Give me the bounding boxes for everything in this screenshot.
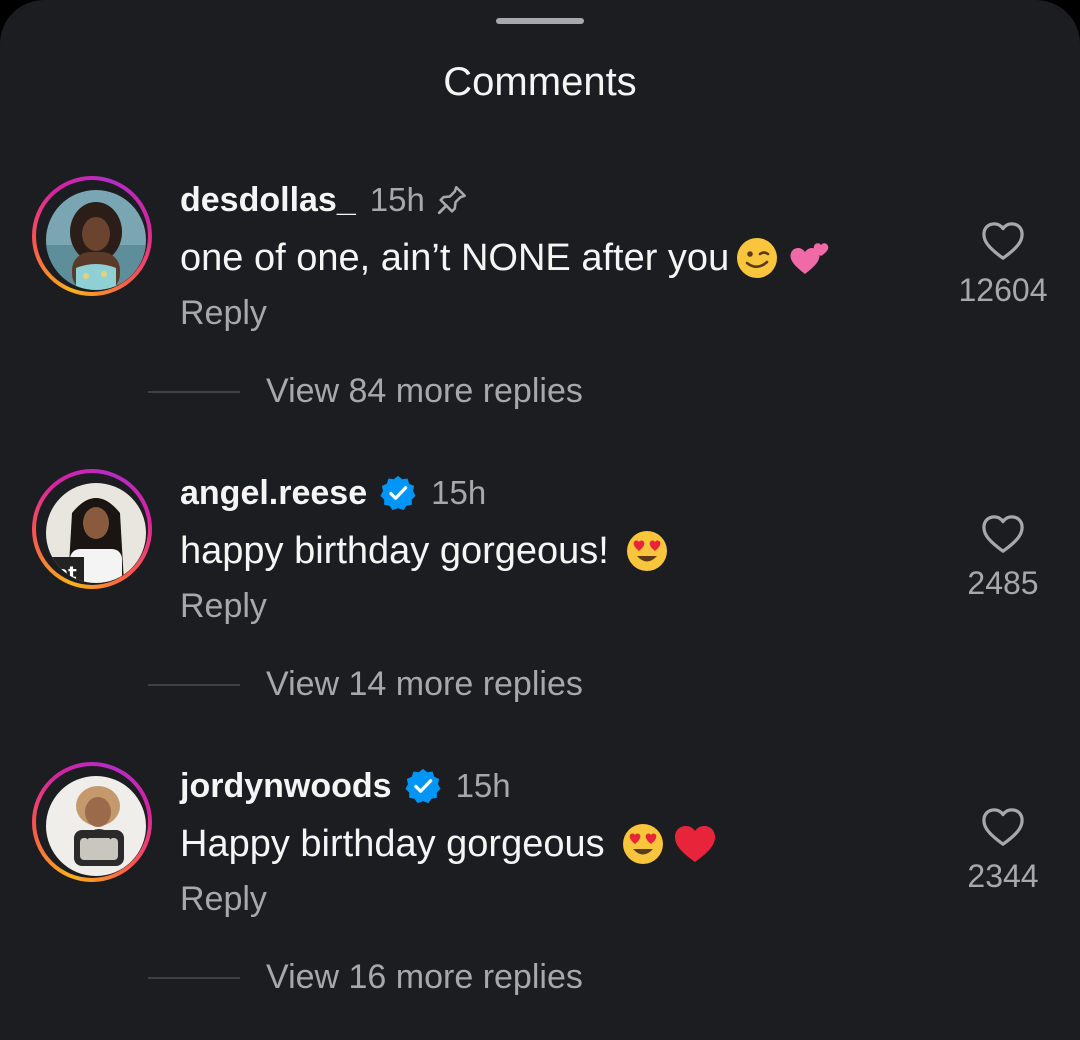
two-hearts-emoji — [785, 234, 833, 282]
svg-text:at: at — [56, 563, 77, 583]
like-button[interactable]: 12604 — [950, 220, 1056, 309]
avatar-story-ring[interactable] — [32, 762, 152, 882]
view-replies-label: View 84 more replies — [266, 372, 583, 410]
comment-item: desdollas_ 15h one of one, ain’t NONE af… — [0, 176, 1080, 436]
like-count: 12604 — [958, 272, 1048, 308]
divider-line — [148, 976, 240, 979]
red-heart-emoji — [671, 820, 719, 868]
heart-icon — [982, 515, 1024, 553]
comment-text: happy birthday gorgeous! — [180, 527, 671, 575]
heart-eyes-emoji — [619, 820, 667, 868]
username[interactable]: desdollas_ — [180, 181, 356, 220]
comments-sheet: Comments desdollas_ 15h one of one, ain’… — [0, 0, 1080, 1040]
view-replies-label: View 14 more replies — [266, 665, 583, 703]
reply-button[interactable]: Reply — [180, 587, 267, 626]
timestamp: 15h — [455, 767, 511, 804]
drag-handle[interactable] — [496, 18, 584, 24]
username[interactable]: angel.reese — [180, 474, 367, 513]
view-more-replies[interactable]: View 84 more replies — [148, 372, 583, 411]
avatar-story-ring[interactable] — [32, 176, 152, 296]
wink-emoji — [733, 234, 781, 282]
heart-eyes-emoji — [623, 527, 671, 575]
timestamp: 15h — [431, 474, 487, 511]
avatar — [46, 776, 146, 876]
comment-item: at angel.reese 15h happy birthday gorgeo… — [0, 469, 1080, 729]
pin-icon — [435, 183, 469, 217]
heart-icon — [982, 808, 1024, 846]
comment-meta: angel.reese 15h — [180, 471, 486, 515]
view-more-replies[interactable]: View 14 more replies — [148, 665, 583, 704]
view-replies-label: View 16 more replies — [266, 958, 583, 996]
avatar: at — [46, 483, 146, 583]
divider-line — [148, 683, 240, 686]
verified-badge-icon — [404, 767, 442, 805]
reply-button[interactable]: Reply — [180, 294, 267, 333]
divider-line — [148, 390, 240, 393]
reply-button[interactable]: Reply — [180, 880, 267, 919]
like-button[interactable]: 2485 — [950, 513, 1056, 602]
comment-meta: desdollas_ 15h — [180, 178, 469, 222]
sheet-title: Comments — [443, 60, 637, 104]
like-count: 2485 — [967, 565, 1039, 601]
heart-icon — [982, 222, 1024, 260]
like-button[interactable]: 2344 — [950, 806, 1056, 895]
avatar — [46, 190, 146, 290]
comment-item: jordynwoods 15h Happy birthday gorgeous — [0, 762, 1080, 1022]
timestamp: 15h — [369, 181, 425, 218]
comment-text: one of one, ain’t NONE after you — [180, 234, 833, 282]
username[interactable]: jordynwoods — [180, 767, 392, 806]
like-count: 2344 — [967, 858, 1039, 894]
comment-text: Happy birthday gorgeous — [180, 820, 719, 868]
view-more-replies[interactable]: View 16 more replies — [148, 958, 583, 997]
verified-badge-icon — [379, 474, 417, 512]
avatar-story-ring[interactable]: at — [32, 469, 152, 589]
comment-meta: jordynwoods 15h — [180, 764, 511, 808]
